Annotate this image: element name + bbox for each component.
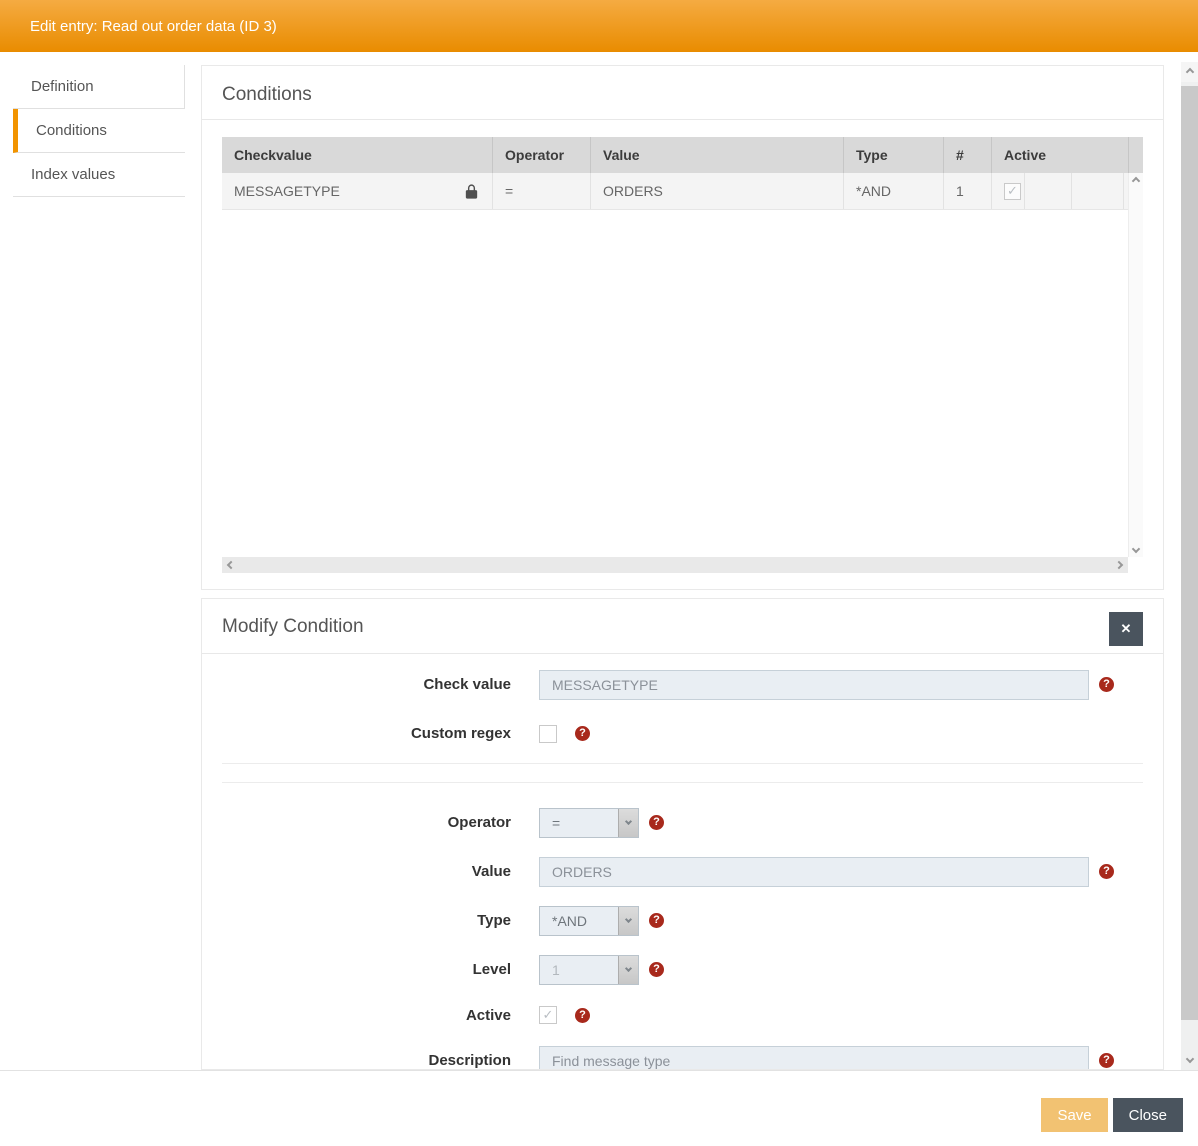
table-horizontal-scrollbar[interactable] — [222, 557, 1128, 573]
cell-value: ORDERS — [591, 173, 844, 209]
conditions-table: Checkvalue Operator Value Type # Active … — [222, 137, 1143, 571]
checkvalue-text: MESSAGETYPE — [234, 183, 340, 199]
tab-conditions[interactable]: Conditions — [13, 109, 185, 153]
help-icon[interactable]: ? — [575, 726, 590, 741]
custom-regex-checkbox[interactable] — [539, 725, 557, 743]
cell-type: *AND — [844, 173, 944, 209]
tab-index-values[interactable]: Index values — [13, 153, 185, 197]
scroll-up-icon[interactable] — [1181, 62, 1198, 82]
check-value-input[interactable] — [539, 670, 1089, 700]
operator-select[interactable]: = — [539, 808, 639, 838]
operator-label: Operator — [202, 814, 511, 831]
help-icon[interactable]: ? — [1099, 677, 1114, 692]
help-icon[interactable]: ? — [649, 815, 664, 830]
chevron-down-icon[interactable] — [618, 956, 638, 984]
description-row: Description ? — [202, 1036, 1163, 1070]
modify-condition-heading: Modify Condition — [222, 613, 1143, 641]
form-section-divider — [222, 763, 1143, 783]
column-header-operator: Operator — [493, 137, 591, 173]
help-icon[interactable]: ? — [1099, 1053, 1114, 1068]
value-row: Value ? — [202, 847, 1163, 896]
column-header-number: # — [944, 137, 992, 173]
level-label: Level — [202, 961, 511, 978]
description-input[interactable] — [539, 1046, 1089, 1071]
table-vertical-scrollbar[interactable] — [1128, 173, 1143, 557]
level-row: Level 1 ? — [202, 945, 1163, 994]
scroll-down-icon[interactable] — [1181, 1050, 1198, 1070]
lock-icon — [463, 183, 480, 200]
level-select-value: 1 — [540, 962, 560, 978]
conditions-panel-header: Conditions — [202, 66, 1163, 120]
conditions-heading: Conditions — [222, 81, 1143, 109]
sidebar-tabs: Definition Conditions Index values — [13, 65, 185, 197]
help-icon[interactable]: ? — [1099, 864, 1114, 879]
operator-row: Operator = ? — [202, 798, 1163, 847]
modify-condition-panel: Modify Condition ✕ Check value ? Custom … — [201, 598, 1164, 1070]
chevron-down-icon[interactable] — [618, 809, 638, 837]
level-select[interactable]: 1 — [539, 955, 639, 985]
cell-active — [992, 173, 1025, 209]
type-row: Type *AND ? — [202, 896, 1163, 945]
close-panel-button[interactable]: ✕ — [1109, 612, 1143, 646]
check-value-label: Check value — [202, 676, 511, 693]
conditions-panel: Conditions Checkvalue Operator Value Typ… — [201, 65, 1164, 590]
description-label: Description — [202, 1052, 511, 1069]
column-header-type: Type — [844, 137, 944, 173]
column-header-active: Active — [992, 137, 1129, 173]
close-icon: ✕ — [1121, 621, 1132, 637]
modify-condition-form: Check value ? Custom regex ? Operator = — [202, 654, 1163, 1070]
help-icon[interactable]: ? — [575, 1008, 590, 1023]
page-scrollbar-thumb[interactable] — [1181, 86, 1198, 1020]
cell-empty-2 — [1072, 173, 1124, 209]
type-label: Type — [202, 912, 511, 929]
column-header-value: Value — [591, 137, 844, 173]
help-icon[interactable]: ? — [649, 962, 664, 977]
column-header-filler — [1129, 137, 1143, 173]
footer-bar: Save Close — [0, 1070, 1198, 1146]
save-button[interactable]: Save — [1041, 1098, 1107, 1132]
active-row: Active ? — [202, 994, 1163, 1036]
tab-definition[interactable]: Definition — [13, 65, 185, 109]
active-checkbox[interactable] — [539, 1006, 557, 1024]
scroll-up-icon[interactable] — [1132, 177, 1140, 185]
conditions-table-header: Checkvalue Operator Value Type # Active — [222, 137, 1143, 173]
check-value-row: Check value ? — [202, 660, 1163, 709]
type-select-value: *AND — [540, 913, 587, 929]
value-input[interactable] — [539, 857, 1089, 887]
dialog-title: Edit entry: Read out order data (ID 3) — [30, 18, 277, 35]
value-label: Value — [202, 863, 511, 880]
chevron-down-icon[interactable] — [618, 907, 638, 935]
scroll-left-icon[interactable] — [227, 561, 235, 569]
cell-number: 1 — [944, 173, 992, 209]
dialog-title-bar: Edit entry: Read out order data (ID 3) — [0, 0, 1198, 52]
conditions-table-body: MESSAGETYPE = ORDERS *AND 1 — [222, 173, 1143, 557]
active-label: Active — [202, 1007, 511, 1024]
table-row[interactable]: MESSAGETYPE = ORDERS *AND 1 — [222, 173, 1128, 210]
scroll-down-icon[interactable] — [1132, 545, 1140, 553]
cell-checkvalue: MESSAGETYPE — [222, 173, 493, 209]
help-icon[interactable]: ? — [649, 913, 664, 928]
cell-operator: = — [493, 173, 591, 209]
custom-regex-label: Custom regex — [202, 725, 511, 742]
operator-select-value: = — [540, 815, 560, 831]
row-active-checkbox[interactable] — [1004, 183, 1021, 200]
modify-panel-header: Modify Condition ✕ — [202, 599, 1163, 654]
column-header-checkvalue: Checkvalue — [222, 137, 493, 173]
close-button[interactable]: Close — [1113, 1098, 1183, 1132]
cell-empty-1 — [1025, 173, 1072, 209]
page-scrollbar[interactable] — [1181, 62, 1198, 1070]
custom-regex-row: Custom regex ? — [202, 709, 1163, 758]
type-select[interactable]: *AND — [539, 906, 639, 936]
scroll-right-icon[interactable] — [1115, 561, 1123, 569]
